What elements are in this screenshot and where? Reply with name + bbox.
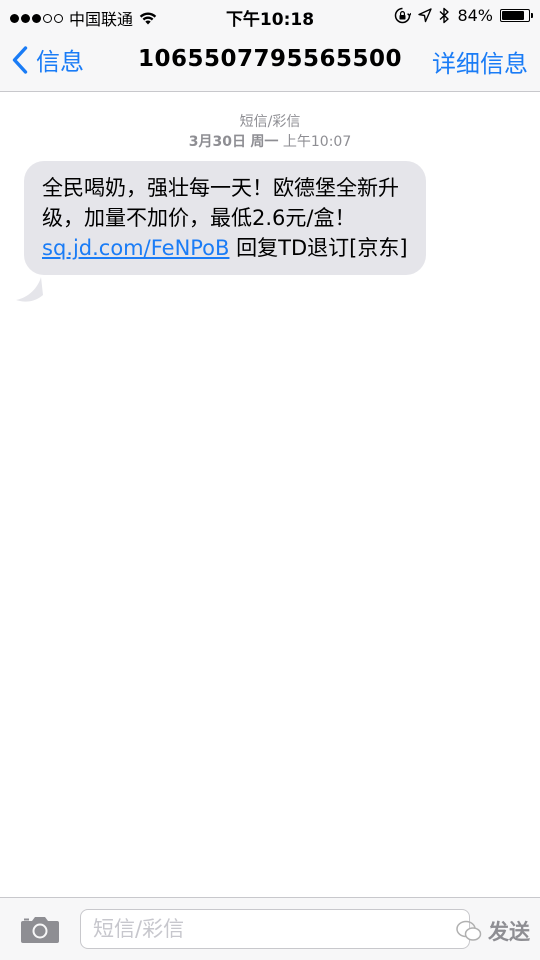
battery-icon xyxy=(500,9,533,22)
bluetooth-icon xyxy=(439,7,450,24)
battery-percentage: 84% xyxy=(457,6,493,25)
conversation-area[interactable]: 短信/彩信 3月30日 周一 上午10:07 全民喝奶，强壮每一天！欧德堡全新升… xyxy=(0,93,540,897)
message-text-part: 全民喝奶，强壮每一天！欧德堡全新升级，加量不加价，最低2.6元/盒！ xyxy=(42,176,399,230)
top-bar: 中国联通 下午10:18 84% 信息 1065507795565500 详细信… xyxy=(0,0,540,92)
send-button[interactable]: 发送 xyxy=(488,916,530,946)
orientation-lock-icon xyxy=(395,7,412,24)
message-type-label: 短信/彩信 xyxy=(239,114,301,130)
wechat-watermark-icon xyxy=(456,920,482,941)
message-timestamp: 3月30日 周一 上午10:07 xyxy=(0,131,540,151)
messages-screen: 中国联通 下午10:18 84% 信息 1065507795565500 详细信… xyxy=(0,0,540,960)
location-arrow-icon xyxy=(418,8,433,23)
details-button[interactable]: 详细信息 xyxy=(432,44,528,79)
status-bar: 中国联通 下午10:18 84% xyxy=(0,0,540,30)
message-input[interactable] xyxy=(80,909,470,949)
bubble-tail xyxy=(16,277,43,302)
status-right: 84% xyxy=(394,6,533,25)
message-weekday: 周一 xyxy=(250,134,279,150)
battery-level-fill xyxy=(502,11,524,20)
camera-icon[interactable] xyxy=(20,914,60,944)
navigation-bar: 信息 1065507795565500 详细信息 xyxy=(0,30,540,92)
message-bubble[interactable]: 全民喝奶，强壮每一天！欧德堡全新升级，加量不加价，最低2.6元/盒！ sq.jd… xyxy=(24,161,426,275)
message-text-part: 回复TD退订[京东] xyxy=(229,236,408,260)
message-time: 上午10:07 xyxy=(282,134,352,150)
message-date: 3月30日 xyxy=(188,134,246,150)
message-link[interactable]: sq.jd.com/FeNPoB xyxy=(42,236,229,260)
